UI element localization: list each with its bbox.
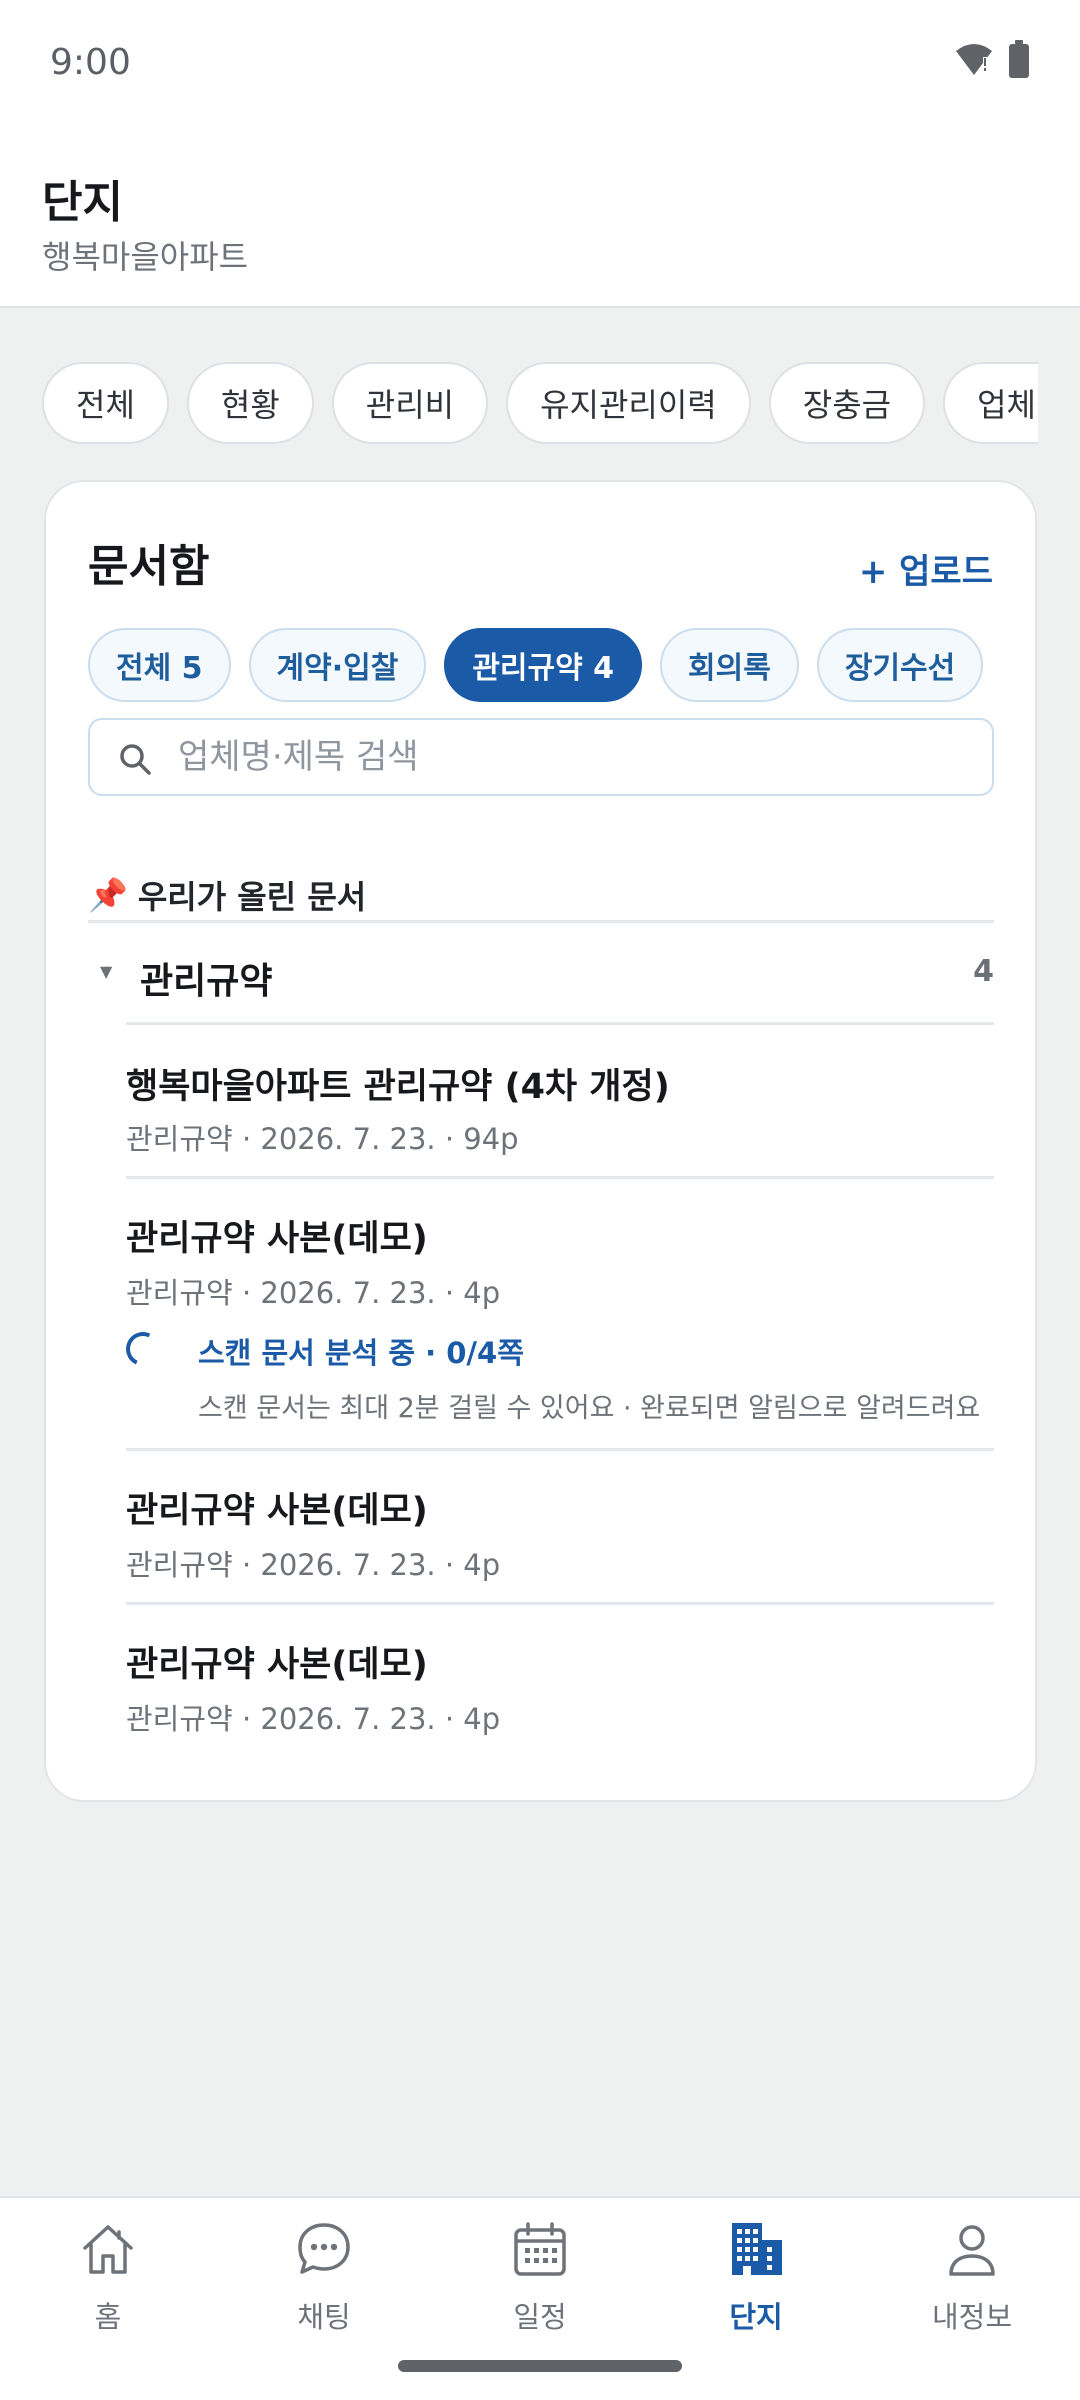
upload-button[interactable]: + 업로드 xyxy=(859,544,993,593)
wifi-alert-icon xyxy=(956,44,992,75)
filter-chip-vendor-search[interactable]: 업체찾기 xyxy=(943,362,1038,444)
nav-label: 내정보 xyxy=(931,2300,1013,2334)
page-title: 단지 xyxy=(42,177,123,228)
nav-label: 홈 xyxy=(94,2300,122,2334)
tab-all[interactable]: 전체 5 xyxy=(88,628,231,702)
status-time: 9:00 xyxy=(50,42,131,83)
battery-icon xyxy=(1009,40,1029,78)
home-icon xyxy=(83,2225,133,2274)
group-label: 관리규약 xyxy=(140,961,273,1002)
nav-chat[interactable]: 채팅 xyxy=(254,2218,394,2348)
filter-chip-all[interactable]: 전체 xyxy=(42,362,169,444)
document-meta: 관리규약 · 2026. 7. 23. · 4p xyxy=(126,1276,501,1310)
status-bar: 9:00 xyxy=(0,0,1080,130)
nav-schedule[interactable]: 일정 xyxy=(470,2218,610,2348)
document-title: 행복마을아파트 관리규약 (4차 개정) xyxy=(126,1067,670,1107)
nav-label: 단지 xyxy=(729,2300,783,2334)
document-meta: 관리규약 · 2026. 7. 23. · 4p xyxy=(126,1702,501,1736)
nav-home[interactable]: 홈 xyxy=(38,2218,178,2348)
card-title: 문서함 xyxy=(88,541,210,592)
section-title: 우리가 올린 문서 xyxy=(137,878,367,916)
scan-note: 스캔 문서는 최대 2분 걸릴 수 있어요 · 완료되면 알림으로 알려드려요 xyxy=(198,1393,981,1424)
document-item[interactable]: 관리규약 사본(데모) 관리규약 · 2026. 7. 23. · 4p 스캔 … xyxy=(121,1178,994,1448)
complex-name: 행복마을아파트 xyxy=(42,238,249,276)
filter-chip-reserve-fund[interactable]: 장충금 xyxy=(768,362,926,444)
tab-contract-bid[interactable]: 계약·입찰 xyxy=(248,628,427,702)
calendar-icon xyxy=(514,2222,566,2276)
pin-icon: 📌 xyxy=(88,876,128,914)
tab-long-term-repair[interactable]: 장기수선 xyxy=(816,628,984,702)
nav-label: 일정 xyxy=(513,2300,567,2334)
document-title: 관리규약 사본(데모) xyxy=(126,1219,428,1259)
filter-chip-status[interactable]: 현황 xyxy=(186,362,314,444)
group-count: 4 xyxy=(973,954,994,989)
caret-down-icon: ▼ xyxy=(100,962,113,981)
filter-chip-maintenance-history[interactable]: 유지관리이력 xyxy=(506,362,751,444)
nav-my-info[interactable]: 내정보 xyxy=(902,2218,1042,2348)
search-input[interactable] xyxy=(178,728,958,786)
document-item[interactable]: 행복마을아파트 관리규약 (4차 개정) 관리규약 · 2026. 7. 23.… xyxy=(126,1024,994,1176)
document-title: 관리규약 사본(데모) xyxy=(126,1491,428,1531)
person-icon xyxy=(949,2225,995,2276)
document-box-card: 문서함 + 업로드 전체 5 계약·입찰 관리규약 4 회의록 장기수선 기타 … xyxy=(44,480,1037,1802)
nav-label: 채팅 xyxy=(297,2300,351,2334)
section-header: 📌 우리가 올린 문서 xyxy=(88,872,366,918)
status-icons xyxy=(954,40,1030,78)
document-meta: 관리규약 · 2026. 7. 23. · 94p xyxy=(126,1122,519,1156)
nav-complex[interactable]: 단지 xyxy=(686,2218,826,2348)
document-item[interactable]: 관리규약 사본(데모) 관리규약 · 2026. 7. 23. · 4p xyxy=(126,1450,994,1602)
document-title: 관리규약 사본(데모) xyxy=(126,1645,428,1685)
search-box xyxy=(88,718,994,796)
document-meta: 관리규약 · 2026. 7. 23. · 4p xyxy=(126,1548,501,1582)
chat-icon xyxy=(298,2223,350,2274)
home-indicator[interactable] xyxy=(398,2360,682,2372)
document-item[interactable]: 관리규약 사본(데모) 관리규약 · 2026. 7. 23. · 4p xyxy=(126,1604,994,1756)
page-header: 단지 행복마을아파트 xyxy=(0,130,1080,308)
document-category-tabs: 전체 5 계약·입찰 관리규약 4 회의록 장기수선 기타 xyxy=(88,628,998,706)
scan-status: 스캔 문서 분석 중 · 0/4쪽 xyxy=(198,1336,524,1370)
tab-minutes[interactable]: 회의록 xyxy=(660,628,799,702)
building-icon xyxy=(732,2223,782,2275)
search-icon xyxy=(120,744,151,775)
group-header-bylaws[interactable]: ▼ 관리규약 4 xyxy=(88,922,994,1022)
tab-bylaws[interactable]: 관리규약 4 xyxy=(444,628,643,702)
section-filter-row: 전체 현황 관리비 유지관리이력 장충금 업체찾기 xyxy=(42,362,1038,446)
loading-spinner-icon xyxy=(121,1327,165,1371)
filter-chip-fee[interactable]: 관리비 xyxy=(331,362,489,444)
